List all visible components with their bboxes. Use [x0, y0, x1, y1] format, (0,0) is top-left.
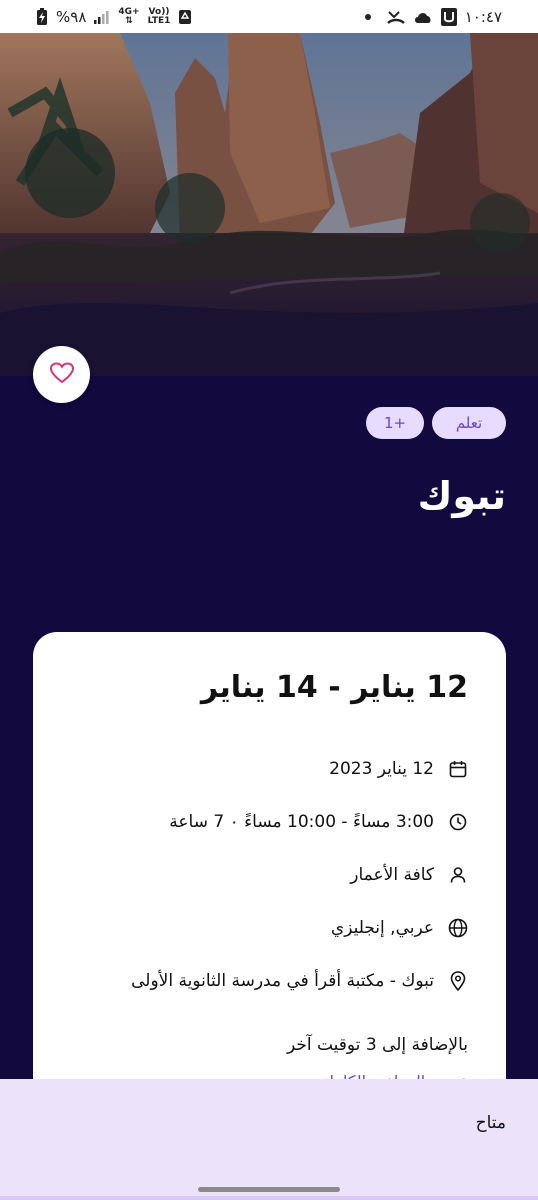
tag-more-count[interactable]: +1: [366, 407, 424, 439]
clock-icon: [448, 812, 468, 832]
event-details-card: 12 يناير - 14 يناير 12 يناير 2023 3:00 م…: [33, 632, 506, 1102]
network-type: 4G+ ⇅: [118, 7, 139, 26]
tag-learn[interactable]: تعلم: [432, 407, 506, 439]
home-indicator[interactable]: [198, 1187, 340, 1192]
battery-percent: %٩٨: [56, 7, 87, 26]
availability-status: متاح: [475, 1113, 506, 1133]
detail-date-row: 12 يناير 2023: [329, 759, 468, 779]
detail-age-row: كافة الأعمار: [350, 865, 468, 885]
detail-language: عربي, إنجليزي: [330, 918, 434, 938]
detail-language-row: عربي, إنجليزي: [331, 918, 468, 938]
extra-times-text: بالإضافة إلى 3 توقيت آخر: [286, 1035, 468, 1055]
calendar-icon: [448, 759, 468, 779]
lte-label: LTE1: [147, 15, 171, 26]
detail-age: كافة الأعمار: [350, 865, 434, 885]
clock-time: ١٠:٤٧: [464, 7, 502, 26]
favorite-button[interactable]: [33, 346, 90, 403]
recycle-notification-icon: [178, 9, 192, 25]
detail-time-row: 3:00 مساءً - 10:00 مساءً ٠ 7 ساعة: [169, 812, 468, 832]
battery-charging-icon: [36, 7, 48, 26]
event-title: تبوك: [417, 474, 506, 518]
hero-image: [0, 33, 538, 376]
date-range-title: 12 يناير - 14 يناير: [200, 670, 468, 705]
heart-icon: [49, 361, 74, 388]
status-right-group: ١٠:٤٧: [364, 7, 502, 26]
cloud-icon: [413, 10, 433, 24]
notification-dot-icon: [364, 13, 371, 20]
u-app-icon: [440, 7, 457, 26]
status-left-group: %٩٨ 4G+ ⇅ Vo)) LTE1: [36, 7, 192, 26]
missed-call-icon: [386, 9, 405, 25]
person-icon: [448, 865, 468, 885]
detail-time: 3:00 مساءً - 10:00 مساءً ٠ 7 ساعة: [169, 812, 434, 832]
status-bar: %٩٨ 4G+ ⇅ Vo)) LTE1 ١٠:٤٧: [0, 0, 538, 33]
availability-sheet[interactable]: متاح: [0, 1079, 538, 1200]
detail-date: 12 يناير 2023: [329, 759, 434, 779]
detail-location-row: تبوك - مكتبة أقرأ في مدرسة الثانوية الأو…: [131, 971, 468, 991]
volte-indicator: Vo)) LTE1: [147, 7, 171, 26]
detail-location: تبوك - مكتبة أقرأ في مدرسة الثانوية الأو…: [131, 971, 434, 991]
globe-icon: [448, 918, 468, 938]
sheet-next-strip: [0, 1196, 538, 1200]
location-pin-icon: [448, 971, 468, 991]
signal-icon: [94, 10, 110, 24]
tag-list: تعلم +1: [366, 407, 506, 439]
network-lte-arrows: ⇅: [125, 15, 133, 26]
